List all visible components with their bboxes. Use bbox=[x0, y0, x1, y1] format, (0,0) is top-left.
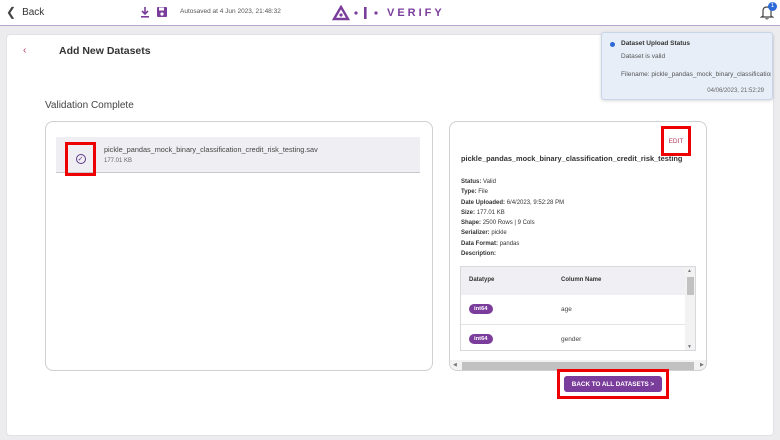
meta-date-uploaded: Date Uploaded: 6/4/2023, 9:52:28 PM bbox=[461, 199, 565, 206]
scroll-down-icon[interactable]: ▼ bbox=[687, 344, 692, 350]
scroll-left-icon[interactable]: ◀ bbox=[453, 362, 457, 368]
edit-label: EDIT bbox=[668, 137, 684, 145]
meta-description: Description: bbox=[461, 251, 497, 258]
file-list-item[interactable]: ✓ pickle_pandas_mock_binary_classificati… bbox=[56, 137, 420, 176]
scroll-right-icon[interactable]: ▶ bbox=[700, 362, 704, 368]
check-circle-icon[interactable]: ✓ bbox=[75, 154, 86, 164]
datatype-pill: int64 bbox=[469, 304, 493, 314]
meta-status: Status: Valid bbox=[461, 179, 496, 185]
table-vertical-scrollbar[interactable]: ▲ ▼ bbox=[685, 267, 695, 350]
download-icon[interactable] bbox=[138, 5, 152, 19]
dataset-details-panel: EDIT pickle_pandas_mock_binary_classific… bbox=[449, 121, 707, 371]
back-to-all-highlight: BACK TO ALL DATASETS > bbox=[557, 369, 669, 399]
page-title: Add New Datasets bbox=[59, 45, 151, 57]
top-bar: ❮ Back Autosaved at 4 Jun 2023, 21:48:32… bbox=[0, 0, 780, 26]
dataset-metadata: Status: Valid Type: File Date Uploaded: … bbox=[461, 177, 564, 259]
header-datatype: Datatype bbox=[469, 277, 495, 283]
meta-type: Type: File bbox=[461, 189, 488, 196]
back-button[interactable]: ❮ Back bbox=[6, 6, 44, 18]
table-row: int64 gender bbox=[461, 325, 685, 350]
validation-title: Validation Complete bbox=[45, 100, 134, 111]
uploaded-files-panel: ✓ pickle_pandas_mock_binary_classificati… bbox=[45, 121, 433, 371]
file-name: pickle_pandas_mock_binary_classification… bbox=[104, 145, 318, 154]
toast-title: Dataset Upload Status bbox=[621, 40, 690, 47]
status-dot-icon bbox=[610, 42, 615, 47]
datatype-pill: int64 bbox=[469, 334, 493, 344]
back-to-all-datasets-button[interactable]: BACK TO ALL DATASETS > bbox=[564, 376, 662, 392]
header-column-name: Column Name bbox=[561, 277, 602, 283]
edit-button[interactable]: EDIT bbox=[661, 126, 691, 156]
column-name: age bbox=[561, 306, 572, 313]
meta-serializer: Serializer: pickle bbox=[461, 230, 507, 237]
autosave-status: Autosaved at 4 Jun 2023, 21:48:32 bbox=[180, 8, 281, 15]
logo-mark-icon bbox=[332, 5, 378, 21]
selection-highlight: ✓ bbox=[65, 142, 96, 176]
chevron-left-icon: ❮ bbox=[6, 5, 17, 19]
aiverify-logo: VERIFY bbox=[332, 3, 445, 23]
toast-filename: Filename: pickle_pandas_mock_binary_clas… bbox=[621, 71, 771, 78]
column-name: gender bbox=[561, 336, 582, 343]
meta-shape: Shape: 2500 Rows | 9 Cols bbox=[461, 220, 535, 227]
table-header: Datatype Column Name bbox=[461, 267, 685, 295]
save-icon[interactable] bbox=[155, 5, 169, 19]
toast-timestamp: 04/06/2023, 21:52:29 bbox=[707, 88, 764, 94]
back-label: Back bbox=[22, 6, 45, 18]
toast-message: Dataset is valid bbox=[621, 53, 666, 60]
dataset-name: pickle_pandas_mock_binary_classification… bbox=[461, 154, 683, 163]
scroll-thumb[interactable] bbox=[687, 277, 694, 295]
scroll-up-icon[interactable]: ▲ bbox=[687, 268, 692, 274]
notification-badge: 1 bbox=[768, 2, 777, 11]
table-row: int64 age bbox=[461, 295, 685, 325]
meta-size: Size: 177.01 KB bbox=[461, 209, 505, 216]
page-back-chevron-icon[interactable]: ‹ bbox=[23, 45, 26, 56]
upload-status-toast[interactable]: Dataset Upload Status Dataset is valid F… bbox=[601, 32, 773, 100]
logo-text: VERIFY bbox=[387, 7, 445, 19]
columns-table: Datatype Column Name int64 age int64 gen… bbox=[460, 266, 696, 351]
meta-data-format: Data Format: pandas bbox=[461, 240, 520, 247]
file-size: 177.01 KB bbox=[104, 158, 133, 164]
